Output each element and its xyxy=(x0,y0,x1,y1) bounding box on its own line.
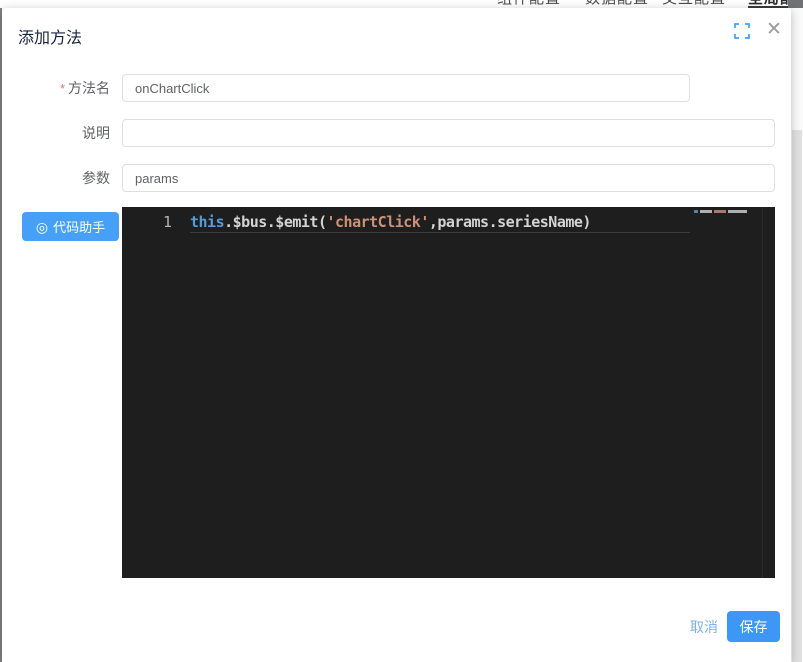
add-method-dialog: 添加方法 ✕ *方法名 说明 参数 ◎ 代码助手 1 this.$bus.$em… xyxy=(2,8,791,662)
fullscreen-icon[interactable] xyxy=(733,22,751,40)
description-input[interactable] xyxy=(122,119,775,147)
page-scrollbar[interactable] xyxy=(791,8,803,662)
line-number: 1 xyxy=(150,213,172,231)
minimap-segment xyxy=(694,210,698,213)
background-tab[interactable]: 组件配置 xyxy=(497,0,561,8)
field-label-text: 说明 xyxy=(82,125,110,141)
code-assistant-label: 代码助手 xyxy=(53,217,105,236)
dialog-title: 添加方法 xyxy=(18,24,82,48)
page-scrollbar-thumb[interactable] xyxy=(792,130,802,662)
minimap-segment xyxy=(714,210,726,213)
minimap-segment xyxy=(700,210,712,213)
code-token: ,params.seriesName) xyxy=(429,213,591,231)
close-icon[interactable]: ✕ xyxy=(763,18,785,42)
field-label-text: 参数 xyxy=(82,170,110,186)
field-label-method-name: *方法名 xyxy=(2,74,110,102)
minimap-segment xyxy=(728,210,747,213)
method-name-input[interactable] xyxy=(122,74,690,102)
target-circle-icon: ◎ xyxy=(36,220,48,234)
save-button[interactable]: 保存 xyxy=(727,611,780,642)
background-header-fragment xyxy=(788,0,803,8)
params-input[interactable] xyxy=(122,164,775,192)
background-tab[interactable]: 数据配置 xyxy=(585,0,649,8)
background-tab-strip: 组件配置 数据配置 交互配置 全局配置 xyxy=(0,0,803,8)
code-assistant-button[interactable]: ◎ 代码助手 xyxy=(22,212,119,241)
background-tab[interactable]: 交互配置 xyxy=(662,0,726,8)
minimap[interactable] xyxy=(694,210,749,214)
code-token: .$bus.$emit( xyxy=(224,213,326,231)
code-token: this xyxy=(190,213,224,231)
field-label-params: 参数 xyxy=(2,164,110,192)
field-label-description: 说明 xyxy=(2,119,110,147)
code-editor[interactable]: 1 this.$bus.$emit('chartClick',params.se… xyxy=(122,207,775,578)
required-marker: * xyxy=(60,81,65,96)
code-token: 'chartClick' xyxy=(327,213,429,231)
code-line[interactable]: this.$bus.$emit('chartClick',params.seri… xyxy=(190,213,591,231)
cancel-button[interactable]: 取消 xyxy=(682,612,726,642)
field-label-text: 方法名 xyxy=(68,80,110,96)
minimap-divider xyxy=(762,207,763,578)
active-line-border xyxy=(190,232,690,233)
